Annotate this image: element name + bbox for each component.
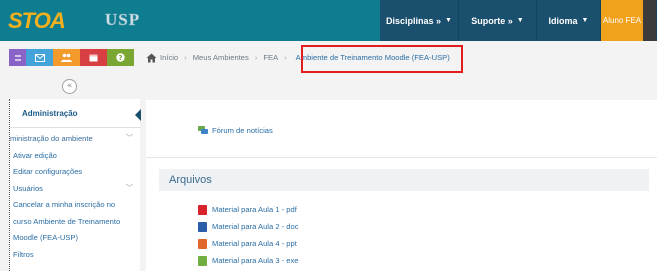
file-list: Material para Aula 1 - pdf Material para… <box>198 201 299 269</box>
page: STOA USP Disciplinas » ▼ Suporte » ▼ Idi… <box>0 0 657 271</box>
left-column: ? « Administração ministração do ambient… <box>0 41 141 271</box>
admin-item-label: Ativar edição <box>13 150 57 160</box>
breadcrumb-separator: › <box>254 53 258 62</box>
admin-item-turn-editing-on[interactable]: Ativar edição <box>10 148 141 165</box>
menu-label: Disciplinas » <box>386 15 442 26</box>
admin-block-title: Administração <box>22 109 78 118</box>
mail-icon[interactable] <box>26 49 53 66</box>
admin-item-label: Usuários <box>13 183 43 193</box>
breadcrumb-separator: › <box>284 53 287 62</box>
file-item-aula3[interactable]: Material para Aula 3 - exe <box>198 252 299 269</box>
course-content: Fórum de notícias Arquivos Material para… <box>146 100 657 271</box>
file-item-aula2[interactable]: Material para Aula 2 - doc <box>198 218 299 235</box>
help-icon[interactable]: ? <box>107 49 134 66</box>
doc-icon <box>198 221 207 232</box>
admin-item-unenrol[interactable]: Cancelar a minha inscrição no curso Ambi… <box>10 197 135 247</box>
pdf-icon <box>198 204 207 215</box>
admin-item-course-admin[interactable]: ministração do ambiente ﹀ <box>7 131 141 148</box>
news-forum-link[interactable]: Fórum de notícias <box>198 126 273 135</box>
admin-item-filters[interactable]: Filtros <box>10 247 141 264</box>
calendar-icon[interactable] <box>80 49 107 66</box>
admin-menu: ministração do ambiente ﹀ Ativar edição … <box>10 131 141 263</box>
file-label: Material para Aula 2 - doc <box>212 222 299 231</box>
divider <box>10 127 141 128</box>
menu-label: Idioma <box>548 15 578 26</box>
forum-label: Fórum de notícias <box>212 126 273 135</box>
menu-idioma[interactable]: Idioma ▼ <box>537 0 601 41</box>
nav-menu: Disciplinas » ▼ Suporte » ▼ Idioma ▼ Alu… <box>380 0 657 41</box>
logo-text: STOA <box>8 8 66 33</box>
administration-block: Administração ministração do ambiente ﹀ … <box>9 99 141 271</box>
file-label: Material para Aula 3 - exe <box>212 256 299 265</box>
file-item-aula1[interactable]: Material para Aula 1 - pdf <box>198 201 299 218</box>
chevron-down-icon: ﹀ <box>126 184 133 192</box>
user-name: Aluno FEA <box>602 16 642 25</box>
breadcrumb-fea[interactable]: FEA <box>263 53 278 62</box>
nav-extra[interactable] <box>643 0 657 41</box>
menu-suporte[interactable]: Suporte » ▼ <box>459 0 537 41</box>
highlight-annotation <box>301 45 463 73</box>
svg-text:?: ? <box>118 54 122 62</box>
usp-logo: USP <box>105 10 141 30</box>
caret-down-icon: ▼ <box>445 17 452 24</box>
home-icon[interactable] <box>146 53 157 63</box>
ppt-icon <box>198 238 207 249</box>
section-title: Arquivos <box>159 169 649 191</box>
users-icon[interactable] <box>53 49 80 66</box>
admin-item-users[interactable]: Usuários ﹀ <box>10 181 141 198</box>
chevron-down-icon: ﹀ <box>126 135 133 142</box>
user-menu[interactable]: Aluno FEA <box>601 0 643 41</box>
block-arrow-icon <box>135 109 141 121</box>
exe-icon <box>198 255 207 266</box>
top-navbar: STOA USP Disciplinas » ▼ Suporte » ▼ Idi… <box>0 0 657 41</box>
section-divider <box>146 157 657 158</box>
collapse-sidebar-button[interactable]: « <box>62 79 77 94</box>
caret-down-icon: ▼ <box>581 17 589 24</box>
caret-down-icon: ▼ <box>516 17 524 24</box>
switch-icon[interactable] <box>9 49 26 66</box>
stoa-logo[interactable]: STOA <box>8 8 66 34</box>
breadcrumb-home[interactable]: Início <box>160 53 178 62</box>
menu-disciplinas[interactable]: Disciplinas » ▼ <box>380 0 459 41</box>
file-label: Material para Aula 4 - ppt <box>212 239 297 248</box>
breadcrumb-my-courses[interactable]: Meus Ambientes <box>193 53 249 62</box>
file-label: Material para Aula 1 - pdf <box>212 205 297 214</box>
admin-item-label: ministração do ambiente <box>10 134 93 143</box>
admin-item-label: Editar configurações <box>13 167 83 176</box>
quick-toolbar: ? <box>9 49 140 66</box>
breadcrumb-separator: › <box>184 53 187 62</box>
menu-label: Suporte » <box>471 15 513 26</box>
double-chevron-left-icon: « <box>66 81 73 91</box>
file-item-aula4[interactable]: Material para Aula 4 - ppt <box>198 235 299 252</box>
admin-item-edit-settings[interactable]: Editar configurações <box>10 164 141 181</box>
forum-icon <box>198 126 208 134</box>
